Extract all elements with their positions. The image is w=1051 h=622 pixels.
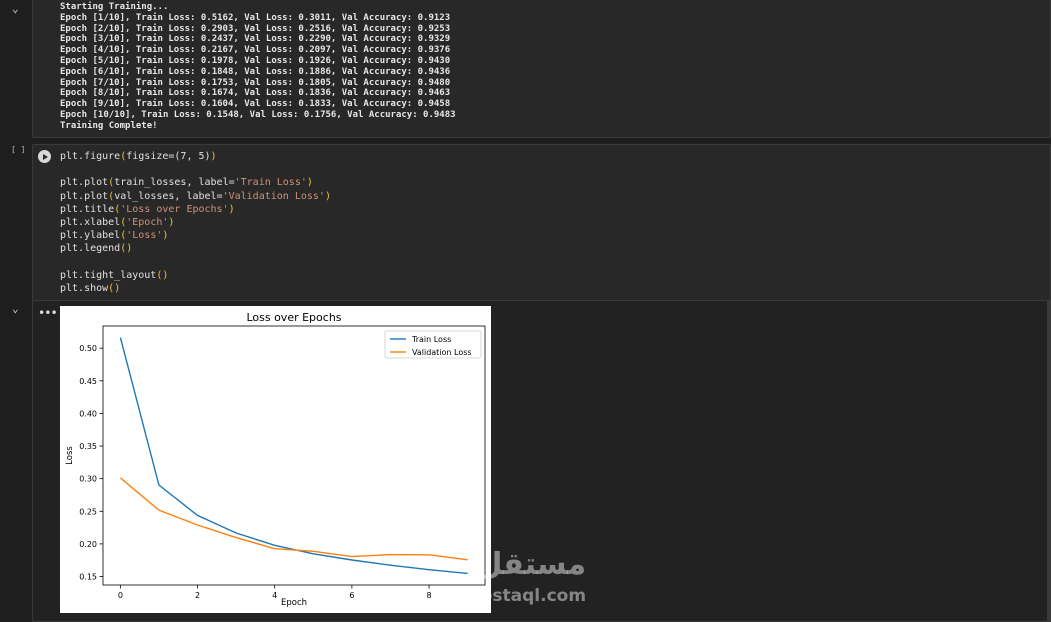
code-line: plt.tight_layout() [60, 269, 169, 281]
y-tick-label: 0.40 [79, 409, 97, 418]
log-line: Epoch [6/10], Train Loss: 0.1848, Val Lo… [60, 66, 451, 77]
log-line: Starting Training... [60, 2, 169, 12]
run-cell-button[interactable] [38, 150, 51, 163]
y-tick-label: 0.15 [79, 573, 97, 582]
legend-label: Validation Loss [412, 348, 472, 357]
loss-chart: Loss over Epochs Epoch Loss 0 2 4 6 8 0.15 0.20 0.… [65, 311, 486, 608]
y-tick-label: 0.30 [79, 475, 97, 484]
x-tick-label: 0 [118, 591, 123, 600]
watermark: مستقل mostaql.com [463, 547, 587, 607]
collapse-output-chevron-icon[interactable]: ⌄ [12, 2, 24, 15]
watermark-arabic: مستقل [476, 547, 587, 582]
y-tick-label: 0.25 [79, 507, 97, 516]
y-tick-label: 0.50 [79, 344, 97, 353]
loss-chart-figure: Loss over Epochs Epoch Loss 0 2 4 6 8 0.15 0.20 0.… [60, 306, 491, 613]
log-line: Epoch [9/10], Train Loss: 0.1604, Val Lo… [60, 99, 451, 110]
code-line: plt.plot(train_losses, label='Train Loss… [60, 177, 313, 189]
chart-title: Loss over Epochs [246, 311, 341, 324]
log-line: Epoch [4/10], Train Loss: 0.2167, Val Lo… [60, 45, 451, 56]
y-tick-label: 0.20 [79, 540, 97, 549]
collapse-figure-chevron-icon[interactable]: ⌄ [12, 302, 24, 315]
x-axis-label: Epoch [281, 598, 307, 608]
x-tick-label: 6 [349, 591, 354, 600]
scrollbar[interactable] [1047, 300, 1051, 622]
y-tick-label: 0.45 [79, 377, 97, 386]
log-line: Epoch [3/10], Train Loss: 0.2437, Val Lo… [60, 34, 451, 45]
y-axis-label: Loss [65, 446, 75, 465]
y-tick-label: 0.35 [79, 442, 97, 451]
code-line: plt.plot(val_losses, label='Validation L… [60, 190, 331, 202]
log-line: Epoch [2/10], Train Loss: 0.2903, Val Lo… [60, 23, 451, 34]
plot-area [102, 325, 486, 586]
log-line: Epoch [8/10], Train Loss: 0.1674, Val Lo… [60, 88, 451, 99]
log-line: Epoch [7/10], Train Loss: 0.1753, Val Lo… [60, 77, 451, 88]
legend-label: Train Loss [411, 335, 451, 344]
code-line: plt.show() [60, 282, 121, 294]
code-line: plt.title('Loss over Epochs') [60, 203, 235, 215]
execution-count: [ ] [11, 145, 26, 154]
code-editor[interactable]: plt.figure(figsize=(7, 5)) plt.plot(train… [60, 150, 331, 295]
training-log: Starting Training... Epoch [1/10], Train … [60, 2, 456, 132]
log-line: Epoch [10/10], Train Loss: 0.1548, Val L… [60, 109, 456, 120]
x-tick-label: 8 [427, 591, 432, 600]
log-line: Epoch [1/10], Train Loss: 0.5162, Val Lo… [60, 12, 451, 23]
code-line: plt.legend() [60, 243, 133, 255]
output-menu-icon[interactable]: ••• [38, 306, 58, 320]
x-tick-label: 2 [195, 591, 200, 600]
x-tick-label: 4 [272, 591, 277, 600]
log-line: Epoch [5/10], Train Loss: 0.1978, Val Lo… [60, 55, 451, 66]
code-line: plt.figure(figsize=(7, 5)) [60, 151, 217, 162]
log-line: Training Complete! [60, 120, 158, 131]
watermark-latin: mostaql.com [463, 586, 587, 606]
code-line: plt.ylabel('Loss') [60, 230, 169, 242]
code-line: plt.xlabel('Epoch') [60, 216, 175, 228]
